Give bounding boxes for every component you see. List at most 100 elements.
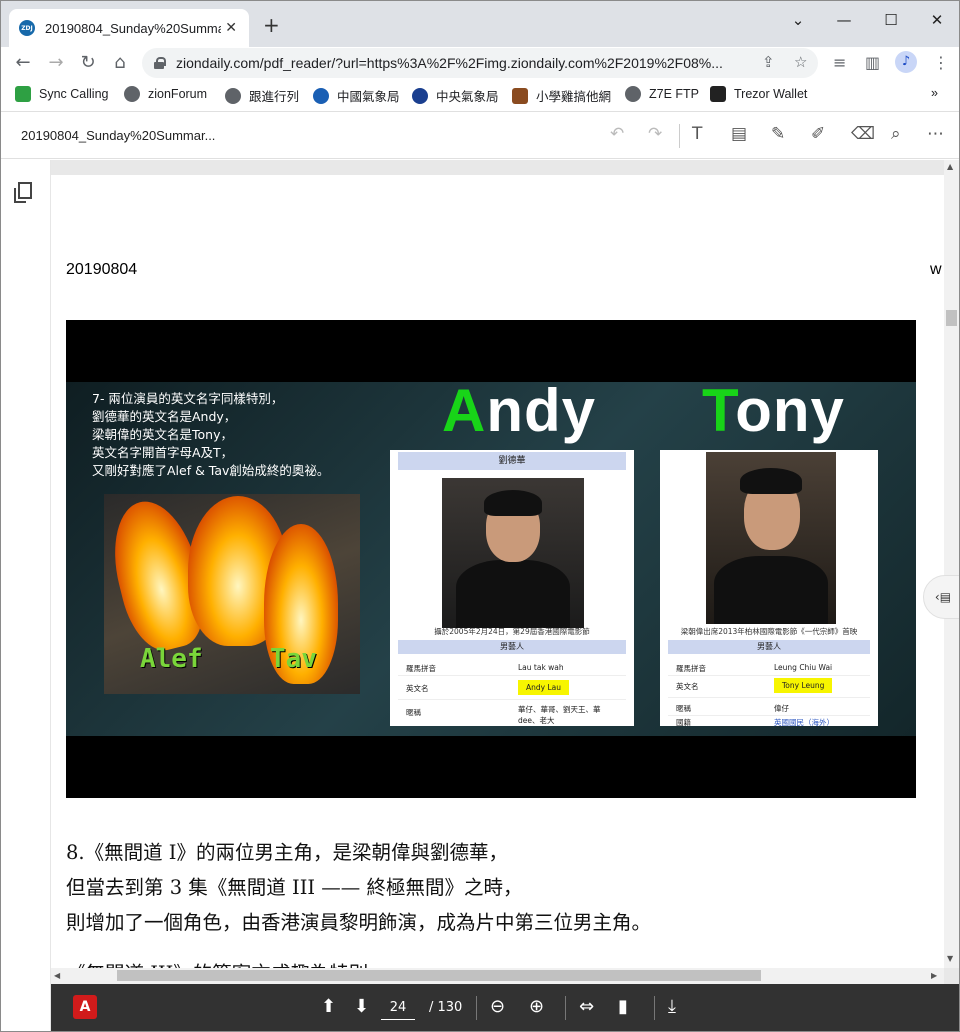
download-icon[interactable]: ⤓ (668, 996, 676, 1017)
bookmark-label: zionForum (148, 87, 208, 101)
bookmark-item[interactable]: Trezor Wallet (710, 86, 807, 102)
url-text[interactable]: ziondaily.com/pdf_reader/?url=https%3A%2… (176, 55, 754, 71)
body-paragraph: 8.《無間道 I》的兩位男主角，是梁朝偉與劉德華， 但當去到第 3 集《無間道 … (66, 841, 652, 934)
globe-icon (225, 87, 241, 104)
andy-rest: ndy (486, 377, 597, 444)
page-right-text: w (930, 261, 942, 278)
card-row: 國籍 英國國民（海外） (668, 712, 870, 730)
tab-search-chevron-icon[interactable]: ⌄ (788, 11, 808, 29)
tony-photo (706, 452, 836, 624)
back-button[interactable]: ← (12, 52, 34, 73)
bookmark-item[interactable]: Z7E FTP (625, 86, 699, 102)
lock-icon[interactable] (154, 57, 166, 69)
card-row: 羅馬拼音 Leung Chiu Wai (668, 658, 870, 676)
cwb-icon (412, 87, 428, 104)
pdf-viewport[interactable]: 20190804 w 7- 兩位演員的英文名字同樣特別， 劉德華的英文名是And… (51, 160, 959, 986)
card-row: 英文名 Andy Lau (398, 678, 626, 700)
suit-shape (714, 556, 828, 624)
andy-heading: Andy (442, 376, 596, 445)
adobe-acrobat-icon[interactable]: A (73, 995, 97, 1019)
highlight-icon[interactable]: ✎ (771, 124, 785, 144)
bookmark-item[interactable]: 小學雞搞他網 (512, 86, 611, 105)
bookmark-item[interactable]: 中央氣象局 (412, 86, 499, 105)
andy-wiki-card: 劉德華 攝於2005年2月24日，第29屆香港國際電影節 男藝人 羅馬拼音 Lau… (390, 450, 634, 726)
profile-avatar[interactable]: ♪ (895, 51, 917, 73)
vertical-scrollbar[interactable]: ▲ ▼ (944, 160, 959, 968)
more-options-icon[interactable]: ⋯ (927, 124, 944, 144)
document-pages-icon[interactable] (14, 182, 32, 203)
zoom-out-icon[interactable]: ⊖ (490, 996, 505, 1017)
redo-icon[interactable]: ↷ (648, 124, 662, 144)
bottom-divider (565, 996, 566, 1020)
tony-rest: ony (735, 377, 845, 444)
globe-icon (625, 86, 641, 102)
forward-button[interactable]: → (45, 52, 67, 73)
browser-toolbar: ← → ↻ ⌂ ziondaily.com/pdf_reader/?url=ht… (1, 47, 959, 79)
menu-dots-icon[interactable]: ⋮ (933, 53, 949, 72)
zoom-in-icon[interactable]: ⊕ (529, 996, 544, 1017)
scroll-right-arrow-icon[interactable]: ▶ (931, 971, 937, 980)
draw-pen-icon[interactable]: ✐ (811, 124, 825, 144)
fit-width-icon[interactable]: ⇔ (579, 996, 594, 1017)
pdf-sidebar-rail (1, 160, 51, 1031)
home-button[interactable]: ⌂ (109, 52, 131, 73)
bookmark-item[interactable]: 中國氣象局 (313, 86, 400, 105)
undo-icon[interactable]: ↶ (610, 124, 624, 144)
maximize-button[interactable]: ☐ (881, 11, 901, 29)
page-number-input[interactable]: 24 (381, 996, 415, 1020)
bookmark-label: 跟進行列 (249, 90, 300, 104)
ziondaily-favicon-icon: ZDJ (19, 20, 35, 36)
share-icon[interactable]: ⇪ (762, 53, 775, 71)
row-value: 華仔、華哥、劉天王、華dee、老大 (518, 705, 601, 725)
browser-tab[interactable]: ZDJ 20190804_Sunday%20Summar ✕ (9, 9, 249, 47)
row-key: 英文名 (676, 682, 699, 691)
scroll-down-arrow-icon[interactable]: ▼ (947, 954, 953, 963)
card-section: 男藝人 (668, 640, 870, 654)
bookmarks-overflow-icon[interactable]: » (931, 86, 938, 100)
new-tab-button[interactable]: + (263, 13, 280, 37)
next-page-icon[interactable]: ⬇ (354, 996, 369, 1017)
scroll-up-arrow-icon[interactable]: ▲ (947, 162, 953, 171)
row-key: 國籍 (676, 718, 691, 727)
hair-shape (740, 468, 802, 494)
bookmark-item[interactable]: Sync Calling (15, 86, 108, 102)
tab-title: 20190804_Sunday%20Summar (45, 20, 221, 36)
horizontal-scroll-thumb[interactable] (117, 970, 761, 981)
reload-button[interactable]: ↻ (77, 52, 99, 73)
bottom-divider (476, 996, 477, 1020)
bookmarks-bar: Sync Calling zionForum 跟進行列 中國氣象局 中央氣象局 小學雞搞他… (1, 81, 959, 109)
side-panel-icon[interactable]: ▥ (865, 53, 880, 72)
cma-icon (313, 87, 329, 104)
bookmark-label: Z7E FTP (649, 87, 700, 101)
comments-panel-toggle[interactable]: ‹▤ (923, 575, 959, 619)
row-key: 英文名 (406, 684, 429, 693)
pdf-bottom-bar: A ⬆ ⬇ 24 / 130 ⊖ ⊕ ⇔ ▮ ⤓ (51, 984, 959, 1031)
fit-page-icon[interactable]: ▮ (618, 996, 628, 1017)
andy-initial: A (442, 377, 487, 444)
pdf-filename: 20190804_Sunday%20Summar... (21, 128, 216, 143)
bookmark-star-icon[interactable]: ☆ (794, 53, 807, 71)
vertical-scroll-thumb[interactable] (946, 310, 957, 326)
previous-page-icon[interactable]: ⬆ (321, 996, 336, 1017)
row-key: 暱稱 (406, 708, 421, 717)
reading-list-icon[interactable]: ≡ (833, 53, 846, 72)
game-icon (512, 87, 528, 104)
minimize-button[interactable]: — (834, 11, 854, 29)
comment-bubble-icon: ‹▤ (934, 590, 952, 604)
comment-icon[interactable]: ▤ (731, 124, 747, 144)
scroll-left-arrow-icon[interactable]: ◀ (54, 971, 60, 980)
horizontal-scrollbar[interactable]: ◀ ▶ (51, 968, 944, 984)
card-section: 男藝人 (398, 640, 626, 654)
bookmark-label: 小學雞搞他網 (536, 90, 612, 104)
bookmark-item[interactable]: 跟進行列 (225, 86, 299, 105)
address-bar[interactable]: ziondaily.com/pdf_reader/?url=https%3A%2… (142, 48, 818, 78)
alef-tav-image: Alef Tav (101, 492, 360, 694)
hair-shape (484, 490, 542, 516)
bookmark-label: Sync Calling (39, 87, 109, 101)
eraser-icon[interactable]: ⌫ (851, 124, 875, 144)
tab-close-icon[interactable]: ✕ (225, 20, 237, 36)
text-tool-icon[interactable]: T (692, 124, 702, 144)
close-window-button[interactable]: ✕ (927, 11, 947, 29)
search-icon[interactable]: ⌕ (891, 124, 901, 144)
bookmark-item[interactable]: zionForum (124, 86, 207, 102)
